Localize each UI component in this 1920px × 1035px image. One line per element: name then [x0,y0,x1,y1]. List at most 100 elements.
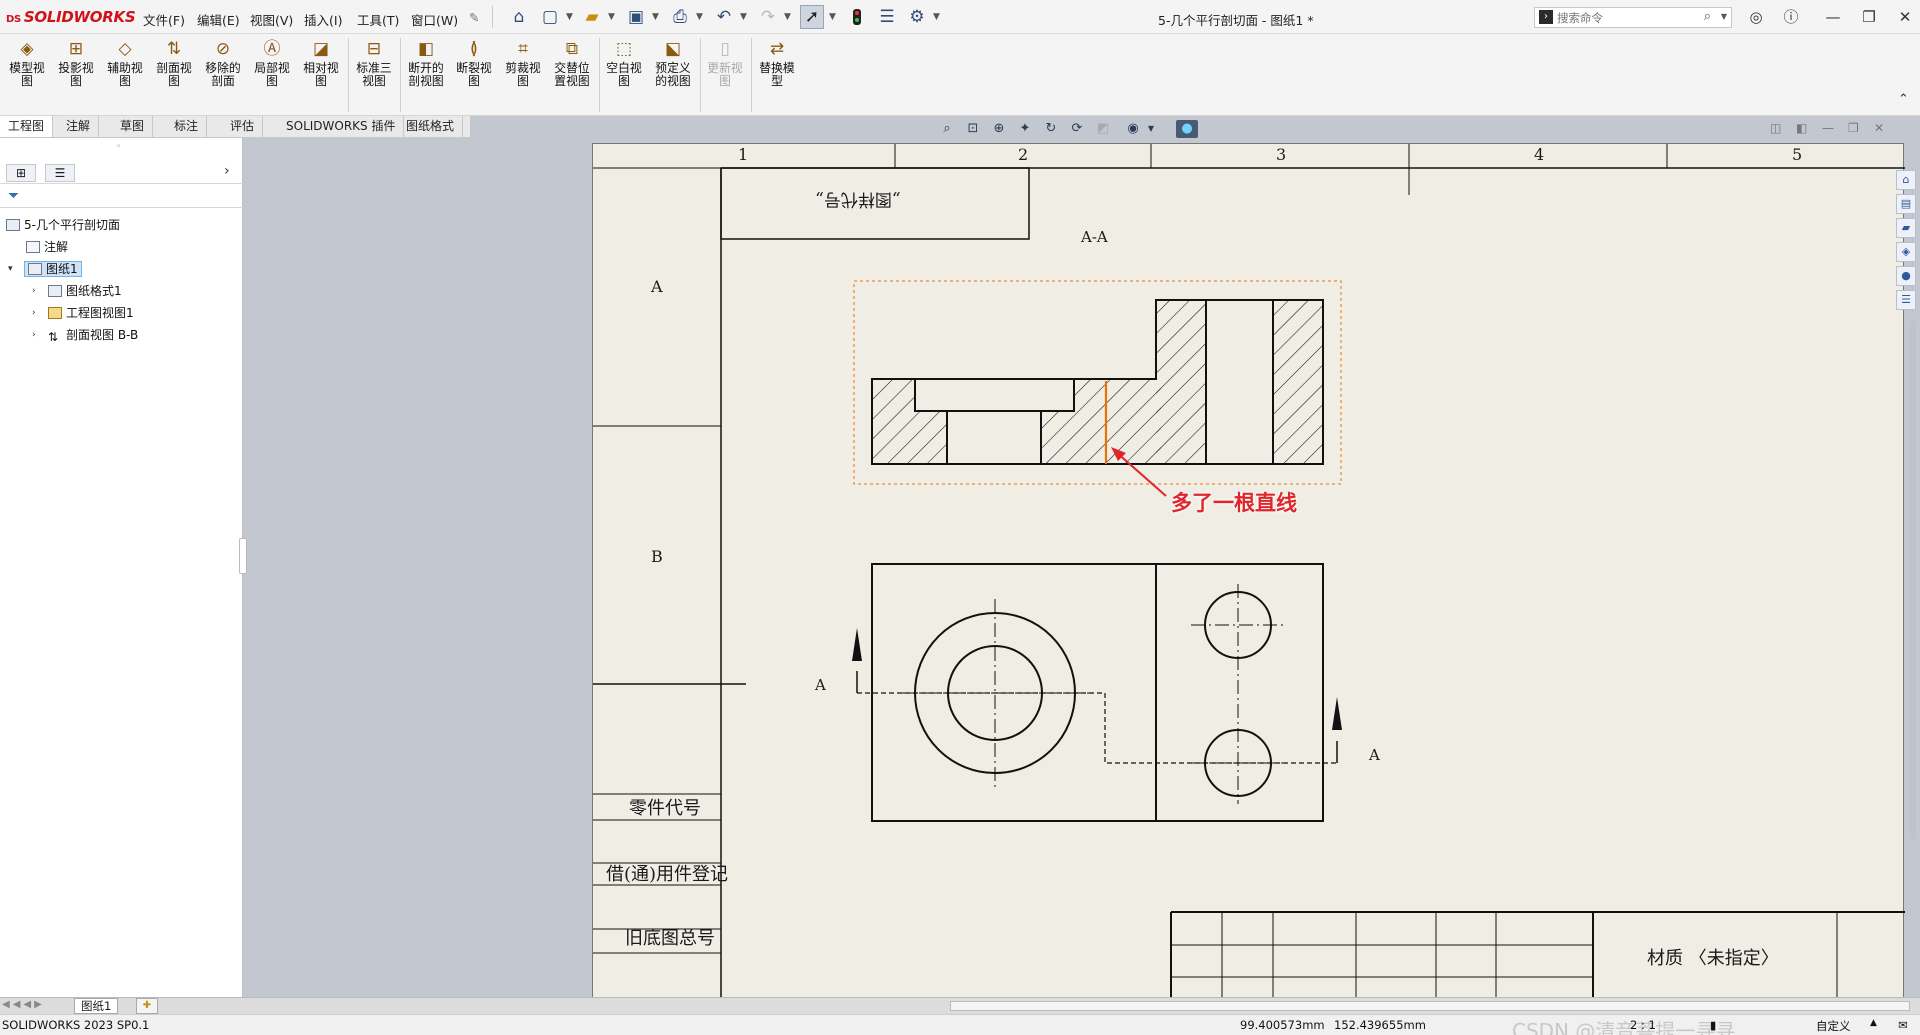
tree-item-section-view[interactable]: ⇅ 剖面视图 B-B [48,326,138,344]
menu-file[interactable]: 文件(F) [143,10,185,29]
feature-tree-tab-icon[interactable]: ⊞ [6,164,36,182]
custom-properties-icon[interactable]: ☰ [1896,290,1916,310]
horizontal-scrollbar[interactable] [950,1001,1910,1011]
menu-view[interactable]: 视图(V) [250,10,293,29]
tree-item-drawing-view[interactable]: 工程图视图1 [48,304,134,322]
menu-insert[interactable]: 插入(I) [304,10,342,29]
view-tile-icon[interactable]: ◫ [1770,121,1781,135]
collapse-ribbon-icon[interactable]: ⌃ [1898,92,1909,107]
tab-sketch[interactable]: 草图 [112,116,154,137]
select-pointer-icon[interactable]: ➚ [800,5,824,29]
chevron-down-icon[interactable]: ▼ [696,12,703,22]
new-document-icon[interactable]: ▢ [538,5,562,29]
ribbon-model-view-button[interactable]: ◈ 模型视 图 [5,38,49,112]
zoom-to-area-icon[interactable]: ⊡ [964,120,982,138]
menu-window[interactable]: 窗口(W) [411,10,458,29]
ribbon-replace-model-button[interactable]: ⇄ 替换模 型 [754,38,800,112]
filter-icon[interactable]: ⏷ [8,188,19,204]
ribbon-update-view-button[interactable]: ▯ 更新视 图 [703,38,747,112]
file-properties-icon[interactable]: ☰ [875,5,899,29]
ribbon-section-view-button[interactable]: ⇅ 剖面视 图 [152,38,196,112]
appearances-icon[interactable]: ● [1896,266,1916,286]
sheet-scale[interactable]: 2 : 1 [1630,1018,1656,1032]
chevron-down-icon[interactable]: ▼ [608,12,615,22]
tab-evaluate[interactable]: 评估 [222,116,264,137]
ribbon-empty-view-button[interactable]: ⬚ 空白视 图 [602,38,646,112]
cutting-plane-label-right[interactable]: A [1369,746,1380,764]
chevron-right-icon[interactable]: › [224,163,230,179]
ribbon-crop-view-button[interactable]: ⌗ 剪裁视 图 [501,38,545,112]
search-icon[interactable]: ⌕ [1704,9,1711,24]
vertical-scrollbar[interactable] [1910,320,1916,840]
cutting-plane-label-left[interactable]: A [815,676,826,694]
redo-icon[interactable]: ↷ [756,5,780,29]
ribbon-detail-view-button[interactable]: Ⓐ 局部视 图 [250,38,294,112]
section-view-title[interactable]: A-A [1081,228,1108,246]
solidworks-resources-icon[interactable]: ⌂ [1896,170,1916,190]
display-style-icon[interactable]: ◩ [1094,120,1112,138]
tab-sheet-format[interactable]: 图纸格式 [398,116,464,137]
material-label[interactable]: 材质 〈未指定〉 [1647,944,1779,970]
options-gear-icon[interactable]: ⚙ [905,5,929,29]
chevron-right-icon[interactable]: › [32,286,36,296]
pin-icon[interactable]: ✎ [469,10,479,25]
search-box[interactable]: › ⌕ ▼ [1534,7,1732,28]
rebuild-status-icon[interactable]: ▮ [1710,1018,1716,1032]
panel-splitter-handle[interactable] [239,538,247,574]
tab-annotation[interactable]: 注解 [58,116,100,137]
file-explorer-icon[interactable]: ▰ [1896,218,1916,238]
chevron-up-icon[interactable]: ▲ [1870,1018,1877,1028]
menu-tools[interactable]: 工具(T) [357,10,399,29]
ribbon-auxiliary-view-button[interactable]: ◇ 辅助视 图 [103,38,147,112]
panel-grip-icon[interactable]: ◦ [116,142,121,152]
tree-item-annotations[interactable]: 注解 [26,238,68,256]
view-split-icon[interactable]: ◧ [1796,121,1807,135]
chevron-down-icon[interactable]: ▼ [566,12,573,22]
sheet-nav-arrows-icon[interactable]: ◀◀◀▶ [2,999,45,1010]
open-folder-icon[interactable]: ▰ [580,5,604,29]
ribbon-projected-view-button[interactable]: ⊞ 投影视 图 [54,38,98,112]
user-account-icon[interactable]: ◎ [1742,6,1770,28]
ribbon-relative-view-button[interactable]: ◪ 相对视 图 [299,38,343,112]
undo-icon[interactable]: ↶ [712,5,736,29]
view-palette-icon[interactable]: ◈ [1896,242,1916,262]
property-manager-tab-icon[interactable]: ☰ [45,164,75,182]
chevron-down-icon[interactable]: ▼ [740,12,747,22]
chevron-right-icon[interactable]: › [32,330,36,340]
zoom-to-fit-icon[interactable]: ⌕ [938,120,956,138]
tree-root-item[interactable]: 5-几个平行剖切面 [6,216,120,234]
chevron-down-icon[interactable]: ▼ [829,12,836,22]
help-icon[interactable]: ⓘ [1777,6,1805,28]
solidworks-logo[interactable]: DS SOLIDWORKS [6,8,136,26]
tab-dimension[interactable]: 标注 [166,116,208,137]
doc-restore-button[interactable]: ❐ [1848,121,1859,135]
tab-drawing[interactable]: 工程图 [0,116,54,137]
doc-close-button[interactable]: ✕ [1874,121,1884,135]
tree-item-sheet[interactable]: 图纸1 [24,260,82,278]
chevron-down-icon[interactable]: ▼ [933,12,940,22]
pan-icon[interactable]: ✦ [1016,120,1034,138]
print-icon[interactable]: ⎙ [668,5,692,29]
rotate-icon[interactable]: ↻ [1042,120,1060,138]
minimize-button[interactable]: — [1819,6,1847,28]
notification-icon[interactable]: ✉ [1898,1018,1908,1032]
ribbon-predefined-view-button[interactable]: ⬕ 预定义 的视图 [650,38,696,112]
ribbon-alternate-position-button[interactable]: ⧉ 交替位 置视图 [549,38,595,112]
home-icon[interactable]: ⌂ [507,5,531,29]
tree-item-sheet-format[interactable]: 图纸格式1 [48,282,122,300]
drawing-sheet[interactable]: 1 2 3 4 5 A B „图样代号„ A-A A A 多了一根直线 零件代号… [592,143,1905,1004]
chevron-down-icon[interactable]: ▼ [1721,12,1727,21]
ribbon-removed-section-button[interactable]: ⊘ 移除的 剖面 [200,38,246,112]
chevron-down-icon[interactable]: ▼ [1142,120,1160,138]
hide-show-items-icon[interactable]: ◉ [1124,120,1142,138]
search-input[interactable] [1557,9,1697,26]
tab-solidworks-addins[interactable]: SOLIDWORKS 插件 [278,116,405,137]
ribbon-broken-out-section-button[interactable]: ◧ 断开的 剖视图 [403,38,449,112]
add-sheet-icon[interactable]: ✚ [136,998,158,1014]
save-icon[interactable]: ▣ [624,5,648,29]
chevron-down-icon[interactable]: ▼ [652,12,659,22]
chevron-down-icon[interactable]: ▼ [784,12,791,22]
doc-minimize-button[interactable]: — [1822,121,1834,135]
zoom-in-out-icon[interactable]: ⊕ [990,120,1008,138]
rebuild-icon[interactable] [845,5,869,29]
